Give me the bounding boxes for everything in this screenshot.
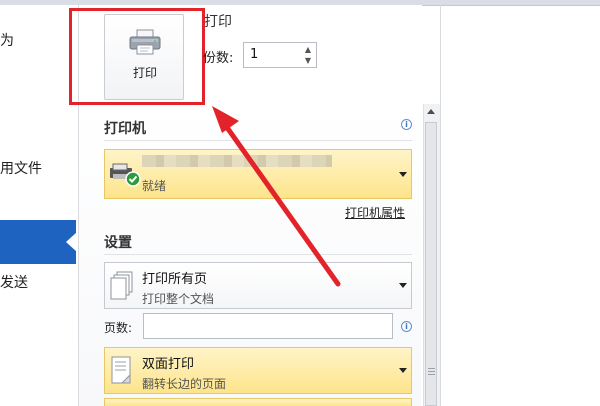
- nav-item-truncated-1[interactable]: 为: [0, 30, 14, 50]
- scrollbar-grip: [428, 368, 435, 369]
- printer-name-redacted: [142, 155, 332, 167]
- scrollbar-grip: [428, 374, 435, 375]
- printer-status: 就绪: [142, 179, 167, 193]
- copies-label: 份数:: [203, 51, 234, 66]
- duplex-icon: [111, 356, 131, 384]
- nav-item-print-selected[interactable]: [0, 220, 76, 264]
- pages-input[interactable]: [143, 313, 393, 339]
- copies-value: 1: [250, 47, 259, 62]
- dropdown-arrow-icon: [399, 283, 407, 288]
- scrollbar-grip: [428, 371, 435, 372]
- copies-stepper[interactable]: 1 ▲ ▼: [243, 42, 317, 68]
- dropdown-arrow-icon: [399, 368, 407, 373]
- settings-separator: [104, 254, 412, 255]
- backstage-nav: [0, 5, 79, 406]
- print-section-title: 打印: [204, 14, 232, 30]
- duplex-title: 双面打印: [142, 357, 195, 372]
- spin-up-icon[interactable]: ▲: [302, 44, 314, 55]
- print-range-dropdown[interactable]: 打印所有页 打印整个文档: [104, 262, 412, 309]
- nav-item-recent-files[interactable]: 用文件: [0, 158, 42, 178]
- highlight-callout-box: [69, 8, 205, 105]
- print-range-subtitle: 打印整个文档: [142, 292, 215, 306]
- info-icon[interactable]: i: [401, 321, 412, 332]
- nav-item-send[interactable]: 发送: [0, 272, 28, 292]
- next-dropdown-partial[interactable]: [104, 398, 412, 406]
- pages-stack-icon: [110, 271, 133, 300]
- printer-dropdown[interactable]: 就绪: [104, 149, 412, 199]
- nav-selected-pointer: [66, 232, 77, 252]
- printer-properties-link[interactable]: 打印机属性: [345, 204, 405, 221]
- printer-icon: [110, 163, 141, 187]
- duplex-dropdown[interactable]: 双面打印 翻转长边的页面: [104, 347, 412, 394]
- printer-heading: 打印机: [104, 121, 146, 137]
- scrollbar-thumb[interactable]: [425, 122, 437, 406]
- pages-label: 页数:: [104, 321, 133, 335]
- scroll-up-icon[interactable]: [423, 104, 439, 120]
- duplex-subtitle: 翻转长边的页面: [142, 377, 227, 391]
- info-icon[interactable]: i: [401, 119, 412, 130]
- preview-divider: [440, 5, 441, 406]
- print-range-title: 打印所有页: [142, 272, 208, 287]
- dropdown-arrow-icon: [399, 172, 407, 177]
- spin-down-icon[interactable]: ▼: [302, 55, 314, 66]
- printer-separator: [104, 140, 412, 141]
- settings-heading: 设置: [104, 235, 132, 251]
